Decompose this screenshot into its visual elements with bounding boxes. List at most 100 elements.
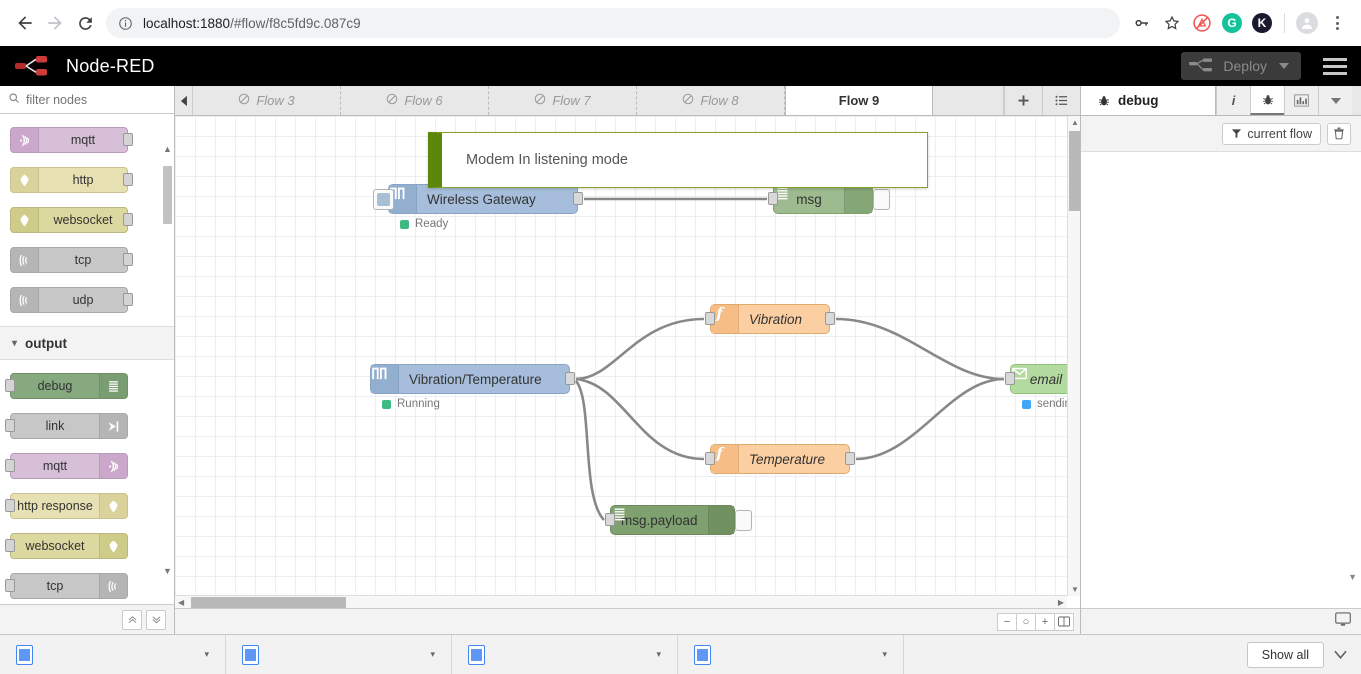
node-input-port[interactable]	[605, 513, 615, 526]
palette-node-http[interactable]: http	[0, 160, 174, 200]
palette-node-body[interactable]: link	[5, 413, 128, 439]
show-all-downloads-button[interactable]: Show all	[1246, 641, 1324, 668]
more-tabs-button[interactable]	[1318, 86, 1352, 115]
download-menu-icon[interactable]: ▾	[882, 649, 887, 660]
download-menu-icon[interactable]: ▾	[204, 649, 209, 660]
flow-canvas[interactable]: Wireless Gateway Ready msg f Vibration Vib…	[175, 116, 1068, 596]
wire-source-to-temperature[interactable]	[575, 377, 705, 461]
address-bar[interactable]: localhost:1880/#flow/f8c5fd9c.087c9	[106, 8, 1120, 38]
close-downloads-button[interactable]	[1334, 647, 1347, 662]
flow-node-msg-debug[interactable]: msg	[768, 184, 890, 214]
clear-debug-button[interactable]	[1327, 122, 1351, 145]
chrome-menu-button[interactable]	[1323, 9, 1351, 37]
node-input-port[interactable]	[705, 452, 715, 465]
palette-node-body[interactable]: mqtt	[5, 453, 128, 479]
kaspersky-extension-button[interactable]: K	[1248, 9, 1276, 37]
flow-node-wireless-gateway[interactable]: Wireless Gateway	[373, 184, 583, 214]
adblock-extension-button[interactable]	[1188, 9, 1216, 37]
collapse-all-button[interactable]	[122, 609, 142, 630]
open-in-window-button[interactable]	[1335, 611, 1351, 632]
canvas-horizontal-scrollbar[interactable]: ◀ ▶	[175, 595, 1067, 608]
site-info-icon[interactable]	[118, 16, 133, 31]
filter-nodes-input[interactable]	[26, 92, 166, 107]
palette-node-mqtt[interactable]: mqtt	[0, 446, 174, 486]
download-item[interactable]: ▾	[678, 635, 904, 674]
wire-source-to-payload[interactable]	[574, 380, 605, 521]
palette-group-header-output[interactable]: ▾ output	[0, 326, 174, 360]
palette-node-body[interactable]: http response	[5, 493, 128, 519]
scroll-left-arrow-icon[interactable]: ◀	[178, 598, 184, 607]
deploy-button[interactable]: Deploy	[1181, 52, 1301, 80]
palette-scrollbar[interactable]: ▲ ▼	[163, 144, 172, 576]
palette-node-debug[interactable]: debug	[0, 366, 174, 406]
debug-message-list[interactable]: ▼	[1081, 152, 1361, 608]
download-menu-icon[interactable]: ▾	[656, 649, 661, 660]
reload-button[interactable]	[70, 8, 100, 38]
palette-node-body[interactable]: tcp	[5, 573, 128, 599]
node-output-port[interactable]	[845, 452, 855, 465]
palette-node-body[interactable]: http	[10, 167, 133, 193]
download-item[interactable]: ▾	[452, 635, 678, 674]
debug-tab-button[interactable]	[1250, 86, 1284, 115]
flow-node-vibration-function[interactable]: f Vibration	[705, 304, 835, 334]
wire-temperature-to-email[interactable]	[855, 377, 1005, 461]
zoom-in-button[interactable]: +	[1035, 612, 1055, 631]
scroll-up-arrow-icon[interactable]: ▲	[1071, 118, 1079, 127]
download-menu-icon[interactable]: ▾	[430, 649, 435, 660]
palette-node-websocket[interactable]: websocket	[0, 200, 174, 240]
scroll-up-arrow-icon[interactable]: ▲	[163, 144, 172, 154]
flow-tab-flow-9[interactable]: Flow 9	[785, 86, 933, 115]
dashboard-tab-button[interactable]	[1284, 86, 1318, 115]
zoom-reset-button[interactable]: ○	[1016, 612, 1036, 631]
forward-button[interactable]	[40, 8, 70, 38]
main-menu-button[interactable]	[1319, 54, 1351, 79]
palette-node-body[interactable]: websocket	[5, 533, 128, 559]
notification-toast[interactable]: Modem In listening mode	[428, 132, 928, 188]
download-item[interactable]: ▾	[0, 635, 226, 674]
tabs-scroll-left-button[interactable]	[175, 86, 193, 115]
zoom-out-button[interactable]: −	[997, 612, 1017, 631]
palette-node-body[interactable]: debug	[5, 373, 128, 399]
canvas-hscroll-thumb[interactable]	[191, 597, 346, 608]
node-selection-handle[interactable]	[373, 189, 394, 210]
flow-node-temperature-function[interactable]: f Temperature	[705, 444, 855, 474]
scroll-right-arrow-icon[interactable]: ▶	[1058, 598, 1064, 607]
password-key-button[interactable]	[1128, 9, 1156, 37]
flow-node-vibration-temperature-source[interactable]: Vibration/Temperature	[370, 364, 575, 394]
canvas-vertical-scrollbar[interactable]: ▲ ▼	[1067, 116, 1080, 596]
palette-node-link[interactable]: link	[0, 406, 174, 446]
flow-node-msg-payload-debug[interactable]: msg.payload	[605, 505, 752, 535]
flow-tab-flow-3[interactable]: Flow 3	[193, 86, 341, 115]
info-tab-button[interactable]: i	[1216, 86, 1250, 115]
palette-node-websocket[interactable]: websocket	[0, 526, 174, 566]
palette-node-body[interactable]: websocket	[10, 207, 133, 233]
add-flow-button[interactable]	[1004, 86, 1042, 115]
palette-search[interactable]	[0, 86, 174, 114]
debug-enable-toggle[interactable]	[735, 510, 752, 531]
debug-scroll-down-icon[interactable]: ▼	[1348, 572, 1357, 582]
flow-tab-flow-8[interactable]: Flow 8	[637, 86, 785, 115]
chevron-down-icon[interactable]	[1279, 63, 1289, 69]
flow-tab-flow-7[interactable]: Flow 7	[489, 86, 637, 115]
expand-all-button[interactable]	[146, 609, 166, 630]
palette-node-tcp[interactable]: tcp	[0, 566, 174, 606]
bookmark-button[interactable]	[1158, 9, 1186, 37]
navigator-button[interactable]	[1054, 612, 1074, 631]
node-output-port[interactable]	[825, 312, 835, 325]
flow-list-button[interactable]	[1042, 86, 1080, 115]
node-input-port[interactable]	[1005, 372, 1015, 385]
palette-node-body[interactable]: udp	[10, 287, 133, 313]
palette-node-mqtt[interactable]: mqtt	[0, 120, 174, 160]
debug-enable-toggle[interactable]	[873, 189, 890, 210]
flow-node-email-node[interactable]: email	[1005, 364, 1068, 394]
app-logo[interactable]: Node-RED	[0, 54, 155, 78]
canvas-vscroll-thumb[interactable]	[1069, 131, 1080, 211]
debug-filter-button[interactable]: current flow	[1222, 122, 1321, 145]
palette-node-udp[interactable]: udp	[0, 280, 174, 320]
back-button[interactable]	[10, 8, 40, 38]
wire-source-to-vibration[interactable]	[575, 317, 705, 381]
flow-tab-flow-6[interactable]: Flow 6	[341, 86, 489, 115]
palette-node-http-response[interactable]: http response	[0, 486, 174, 526]
profile-button[interactable]	[1293, 9, 1321, 37]
palette-scroll-thumb[interactable]	[163, 166, 172, 224]
